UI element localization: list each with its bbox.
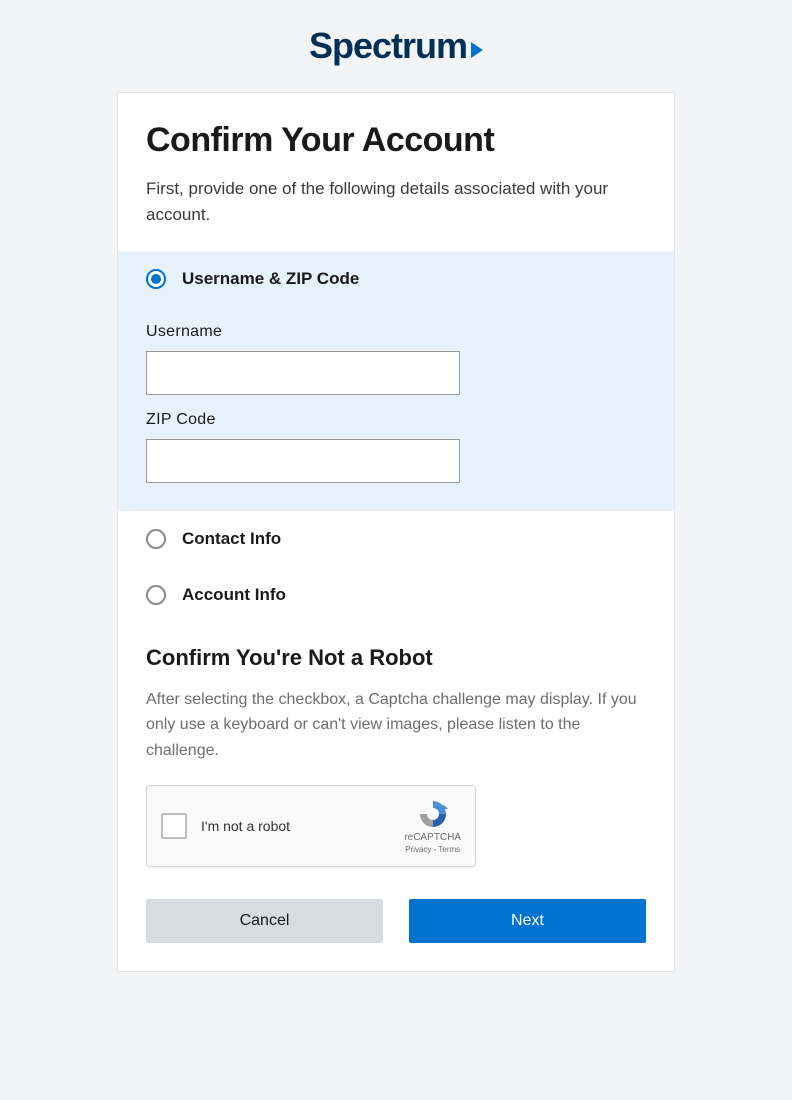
username-input[interactable] [146, 351, 460, 395]
zip-input[interactable] [146, 439, 460, 483]
recaptcha-branding: reCAPTCHA Privacy - Terms [404, 798, 461, 854]
next-button[interactable]: Next [409, 899, 646, 943]
recaptcha-links[interactable]: Privacy - Terms [405, 845, 460, 854]
page-title: Confirm Your Account [146, 121, 646, 160]
option-username-zip[interactable]: Username & ZIP Code Username ZIP Code [118, 251, 674, 511]
zip-label: ZIP Code [146, 411, 646, 429]
recaptcha-widget: I'm not a robot reCAPTCHA Privacy - Term… [146, 785, 476, 867]
captcha-description: After selecting the checkbox, a Captcha … [146, 687, 646, 764]
button-row: Cancel Next [118, 877, 674, 971]
page-subtitle: First, provide one of the following deta… [146, 176, 646, 229]
recaptcha-checkbox[interactable] [161, 813, 187, 839]
option-contact-info[interactable]: Contact Info [118, 511, 674, 567]
play-icon [471, 42, 483, 58]
spectrum-logo: Spectrum [309, 25, 483, 67]
username-zip-fields: Username ZIP Code [146, 323, 646, 483]
captcha-title: Confirm You're Not a Robot [146, 645, 646, 671]
recaptcha-brand: reCAPTCHA [404, 832, 461, 843]
recaptcha-icon [417, 798, 449, 830]
option-label-username-zip: Username & ZIP Code [182, 269, 359, 289]
captcha-section: Confirm You're Not a Robot After selecti… [118, 623, 674, 878]
recaptcha-label: I'm not a robot [201, 818, 390, 834]
option-label-contact: Contact Info [182, 529, 281, 549]
confirm-account-card: Confirm Your Account First, provide one … [117, 92, 675, 972]
username-label: Username [146, 323, 646, 341]
radio-contact-info[interactable] [146, 529, 166, 549]
cancel-button[interactable]: Cancel [146, 899, 383, 943]
logo-text: Spectrum [309, 25, 467, 67]
radio-username-zip[interactable] [146, 269, 166, 289]
card-header: Confirm Your Account First, provide one … [118, 93, 674, 251]
option-label-account: Account Info [182, 585, 286, 605]
option-account-info[interactable]: Account Info [118, 567, 674, 623]
radio-account-info[interactable] [146, 585, 166, 605]
